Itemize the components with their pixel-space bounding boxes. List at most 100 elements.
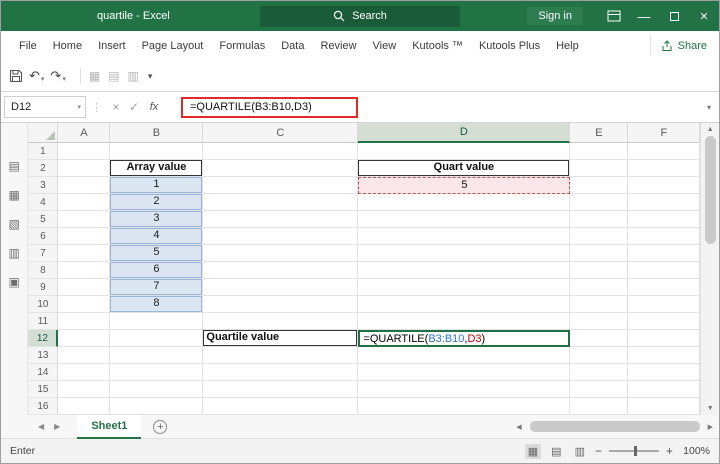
- search-box[interactable]: Search: [260, 6, 460, 27]
- row-header-16[interactable]: 16: [28, 398, 58, 415]
- cell-C1[interactable]: [203, 143, 358, 160]
- row-header-12[interactable]: 12: [28, 330, 58, 347]
- qat-borders-icon[interactable]: ▥: [128, 69, 139, 83]
- row-header-3[interactable]: 3: [28, 177, 58, 194]
- select-all-button[interactable]: [28, 123, 58, 143]
- ribbon-tab-home[interactable]: Home: [45, 31, 90, 61]
- add-sheet-icon[interactable]: +: [153, 420, 167, 434]
- page-layout-view-icon[interactable]: ▤: [548, 444, 564, 459]
- insert-function-icon[interactable]: fx: [143, 101, 165, 113]
- cell-B5[interactable]: 3: [110, 211, 203, 228]
- cell-C4[interactable]: [203, 194, 358, 211]
- cell-A6[interactable]: [58, 228, 110, 245]
- cell-D8[interactable]: [358, 262, 570, 279]
- cell-A10[interactable]: [58, 296, 110, 313]
- cell-C13[interactable]: [203, 347, 358, 364]
- ribbon-tab-kutools-plus[interactable]: Kutools Plus: [471, 31, 548, 61]
- cell-E1[interactable]: [570, 143, 628, 160]
- row-header-4[interactable]: 4: [28, 194, 58, 211]
- cell-F13[interactable]: [628, 347, 700, 364]
- cell-A12[interactable]: [58, 330, 110, 347]
- cell-E3[interactable]: [570, 177, 628, 194]
- cell-A14[interactable]: [58, 364, 110, 381]
- cell-D16[interactable]: [358, 398, 570, 415]
- vertical-scrollbar[interactable]: ▲ ▼: [700, 123, 719, 415]
- cell-C5[interactable]: [203, 211, 358, 228]
- zoom-in-icon[interactable]: +: [666, 444, 673, 458]
- cell-D1[interactable]: [358, 143, 570, 160]
- ribbon-tab-view[interactable]: View: [365, 31, 405, 61]
- cell-F4[interactable]: [628, 194, 700, 211]
- zoom-slider[interactable]: [609, 450, 659, 452]
- row-header-14[interactable]: 14: [28, 364, 58, 381]
- kutools-pane-icon-2[interactable]: ▦: [9, 188, 20, 202]
- sheet-tab-sheet1[interactable]: Sheet1: [77, 415, 141, 439]
- column-header-F[interactable]: F: [628, 123, 700, 143]
- horizontal-scroll-thumb[interactable]: [530, 421, 700, 432]
- ribbon-tab-review[interactable]: Review: [312, 31, 364, 61]
- sheet-nav-right-icon[interactable]: ▶: [49, 422, 65, 431]
- ribbon-tab-file[interactable]: File: [11, 31, 45, 61]
- formula-input[interactable]: =QUARTILE(B3:B10,D3) ▾: [165, 97, 719, 118]
- ribbon-display-options-icon[interactable]: [599, 1, 629, 31]
- cell-C7[interactable]: [203, 245, 358, 262]
- cell-F16[interactable]: [628, 398, 700, 415]
- column-header-A[interactable]: A: [58, 123, 110, 143]
- zoom-out-icon[interactable]: −: [595, 444, 602, 458]
- enter-icon[interactable]: ✓: [125, 100, 143, 114]
- cell-C6[interactable]: [203, 228, 358, 245]
- cell-F11[interactable]: [628, 313, 700, 330]
- row-header-8[interactable]: 8: [28, 262, 58, 279]
- column-header-D[interactable]: D: [358, 123, 570, 143]
- column-header-B[interactable]: B: [110, 123, 203, 143]
- cell-E15[interactable]: [570, 381, 628, 398]
- scroll-left-icon[interactable]: ◀: [512, 423, 525, 431]
- cell-D6[interactable]: [358, 228, 570, 245]
- cell-C3[interactable]: [203, 177, 358, 194]
- cell-E9[interactable]: [570, 279, 628, 296]
- restore-icon[interactable]: [659, 1, 689, 31]
- cell-A1[interactable]: [58, 143, 110, 160]
- cell-D3[interactable]: 5: [358, 177, 570, 194]
- row-header-5[interactable]: 5: [28, 211, 58, 228]
- cell-F7[interactable]: [628, 245, 700, 262]
- horizontal-scrollbar[interactable]: ◀ ▶: [512, 421, 717, 432]
- cell-B11[interactable]: [110, 313, 203, 330]
- cell-B12[interactable]: [110, 330, 203, 347]
- row-header-6[interactable]: 6: [28, 228, 58, 245]
- cell-B8[interactable]: 6: [110, 262, 203, 279]
- cell-B2[interactable]: Array value: [110, 160, 203, 177]
- sign-in-button[interactable]: Sign in: [527, 7, 583, 25]
- cell-B7[interactable]: 5: [110, 245, 203, 262]
- column-header-E[interactable]: E: [570, 123, 628, 143]
- ribbon-tab-data[interactable]: Data: [273, 31, 312, 61]
- qat-overflow-icon[interactable]: ▾: [148, 71, 153, 82]
- share-button[interactable]: Share: [650, 36, 707, 56]
- minimize-icon[interactable]: —: [629, 1, 659, 31]
- cell-E12[interactable]: [570, 330, 628, 347]
- cell-E7[interactable]: [570, 245, 628, 262]
- zoom-level[interactable]: 100%: [680, 445, 710, 457]
- cell-C15[interactable]: [203, 381, 358, 398]
- cell-F5[interactable]: [628, 211, 700, 228]
- cell-F15[interactable]: [628, 381, 700, 398]
- redo-button[interactable]: ↷ ▾: [50, 69, 65, 83]
- cell-A5[interactable]: [58, 211, 110, 228]
- cell-A15[interactable]: [58, 381, 110, 398]
- cell-E2[interactable]: [570, 160, 628, 177]
- cell-E13[interactable]: [570, 347, 628, 364]
- page-break-view-icon[interactable]: ▥: [572, 444, 588, 459]
- cell-A11[interactable]: [58, 313, 110, 330]
- cell-E4[interactable]: [570, 194, 628, 211]
- cell-E6[interactable]: [570, 228, 628, 245]
- cell-B1[interactable]: [110, 143, 203, 160]
- cell-C10[interactable]: [203, 296, 358, 313]
- cell-A4[interactable]: [58, 194, 110, 211]
- cell-D7[interactable]: [358, 245, 570, 262]
- cell-C14[interactable]: [203, 364, 358, 381]
- kutools-pane-icon-5[interactable]: ▣: [9, 275, 20, 289]
- row-header-9[interactable]: 9: [28, 279, 58, 296]
- cell-B6[interactable]: 4: [110, 228, 203, 245]
- row-header-11[interactable]: 11: [28, 313, 58, 330]
- ribbon-tab-page-layout[interactable]: Page Layout: [134, 31, 212, 61]
